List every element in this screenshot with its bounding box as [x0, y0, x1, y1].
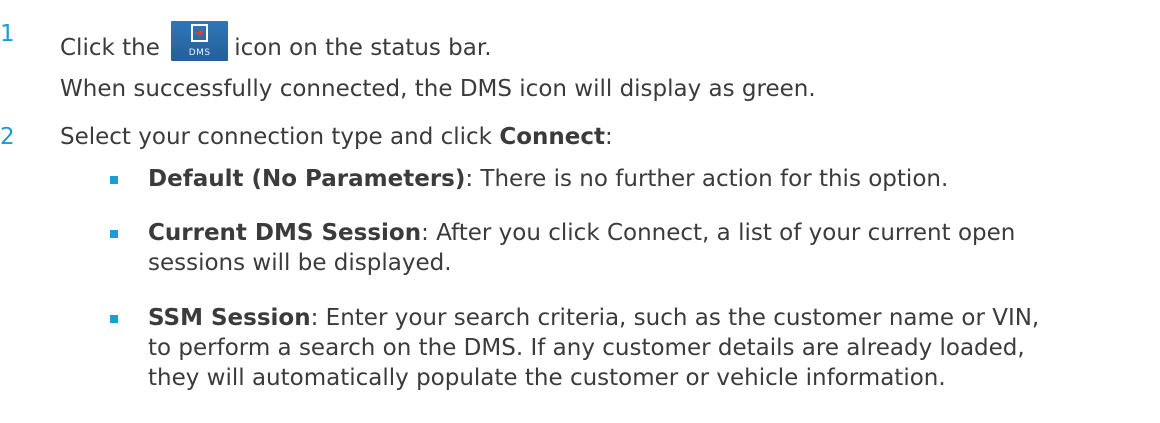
bullet-icon: [110, 176, 118, 184]
dms-icon: DMS: [171, 21, 229, 61]
option-title: Default (No Parameters): [148, 166, 466, 192]
option-desc: : Enter your search criteria, such as th…: [310, 305, 1040, 331]
step-text-before: Click the: [60, 35, 160, 61]
step-number: 2: [0, 124, 15, 150]
dms-icon-label: DMS: [188, 48, 211, 58]
option-title: SSM Session: [148, 305, 311, 331]
option-ssm-session: SSM Session: Enter your search criteria,…: [148, 303, 1039, 393]
step-2-text: Select your connection type and click Co…: [60, 124, 613, 150]
bullet-icon: [110, 315, 118, 323]
option-desc: : After you click Connect, a list of you…: [421, 220, 1016, 246]
option-current-dms-session: Current DMS Session: After you click Con…: [148, 218, 1015, 278]
connect-label: Connect: [499, 124, 605, 150]
step-text-after: icon on the status bar.: [234, 35, 492, 61]
bullet-icon: [110, 230, 118, 238]
option-title: Current DMS Session: [148, 220, 422, 246]
step-1: 1 Click the DMS icon on the status bar.: [0, 8, 1160, 61]
option-desc-line: to perform a search on the DMS. If any c…: [148, 335, 1025, 361]
step-text-before: Select your connection type and click: [60, 124, 492, 150]
step-text-after: :: [604, 124, 613, 150]
option-default: Default (No Parameters): There is no fur…: [148, 164, 948, 194]
option-desc-line: they will automatically populate the cus…: [148, 365, 946, 391]
step-text: Click the DMS icon on the status bar.: [60, 21, 492, 61]
option-desc-line: sessions will be displayed.: [148, 250, 452, 276]
option-desc: : There is no further action for this op…: [465, 166, 949, 192]
step-number: 1: [0, 21, 15, 47]
step-1-note: When successfully connected, the DMS ico…: [60, 76, 816, 102]
